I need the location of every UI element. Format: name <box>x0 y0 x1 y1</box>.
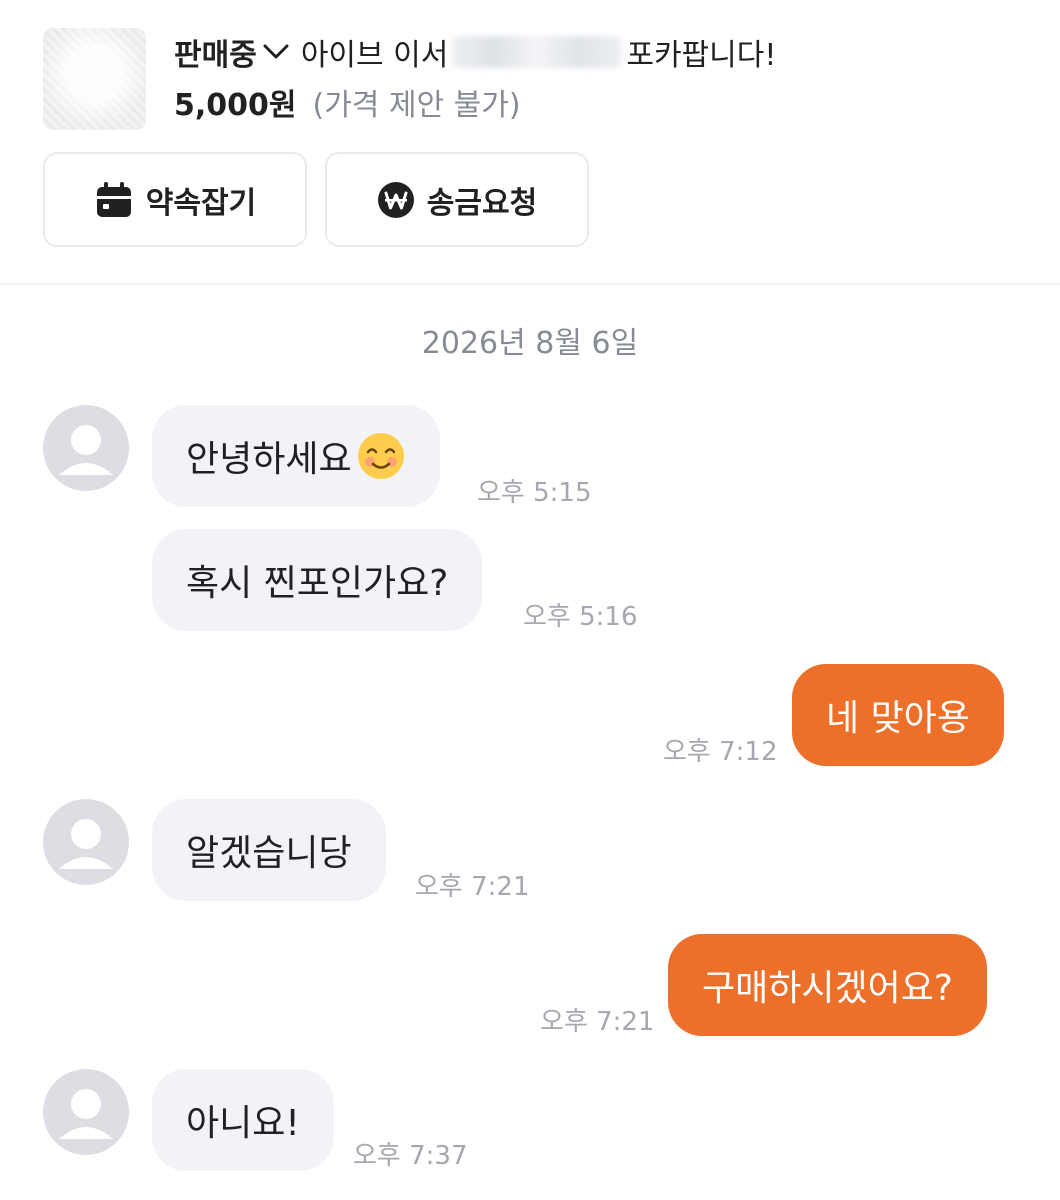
message-text: 네 맞아용 <box>826 698 970 739</box>
message-bubble-sent[interactable]: 구매하시겠어요? <box>668 934 987 1036</box>
redacted-text <box>452 36 623 68</box>
make-appointment-label: 약속잡기 <box>145 185 257 221</box>
product-title-suffix: 포카팝니다! <box>626 38 777 73</box>
make-appointment-button[interactable]: 약속잡기 <box>43 152 307 247</box>
product-price: 5,000원 <box>174 88 297 123</box>
message-text: 구매하시겠어요? <box>702 968 953 1009</box>
message-time: 오후 7:37 <box>353 1141 468 1171</box>
message-text: 혹시 찐포인가요? <box>186 563 449 604</box>
product-title-row: 판매중 아이브 이서 포카팝니다! <box>174 30 776 74</box>
message-bubble-received[interactable]: 혹시 찐포인가요? <box>152 529 483 631</box>
chevron-down-icon[interactable] <box>263 44 289 60</box>
message-bubble-sent[interactable]: 네 맞아용 <box>792 664 1004 766</box>
message-text: 알겠습니당 <box>186 833 352 874</box>
message-bubble-received[interactable]: 알겠습니당 <box>152 799 386 901</box>
price-note: (가격 제안 불가) <box>312 88 521 123</box>
product-thumbnail[interactable] <box>43 28 146 130</box>
message-time: 오후 7:21 <box>540 1007 655 1037</box>
product-title-prefix: 아이브 이서 <box>300 38 449 73</box>
message-bubble-received[interactable]: 안녕하세요 <box>152 405 440 507</box>
avatar[interactable] <box>43 405 129 491</box>
sale-status-label[interactable]: 판매중 <box>174 30 257 74</box>
message-bubble-received[interactable]: 아니요! <box>152 1069 334 1171</box>
avatar[interactable] <box>43 799 129 885</box>
won-coin-icon <box>377 181 415 219</box>
header-divider <box>0 283 1060 285</box>
avatar[interactable] <box>43 1069 129 1155</box>
smiling-face-icon <box>356 431 406 481</box>
message-time: 오후 5:16 <box>523 602 638 632</box>
message-text: 아니요! <box>186 1103 300 1144</box>
price-row: 5,000원 (가격 제안 불가) <box>174 80 521 124</box>
chat-date-separator: 2026년 8월 6일 <box>421 326 639 361</box>
chat-screen: 판매중 아이브 이서 포카팝니다! 5,000원 (가격 제안 불가) 약속잡기 <box>0 0 1060 1200</box>
message-time: 오후 7:21 <box>415 872 530 902</box>
message-time: 오후 7:12 <box>663 737 778 767</box>
message-time: 오후 5:15 <box>477 478 592 508</box>
request-remittance-button[interactable]: 송금요청 <box>325 152 589 247</box>
message-text: 안녕하세요 <box>186 439 352 480</box>
request-remittance-label: 송금요청 <box>426 185 538 221</box>
calendar-icon <box>94 180 134 220</box>
